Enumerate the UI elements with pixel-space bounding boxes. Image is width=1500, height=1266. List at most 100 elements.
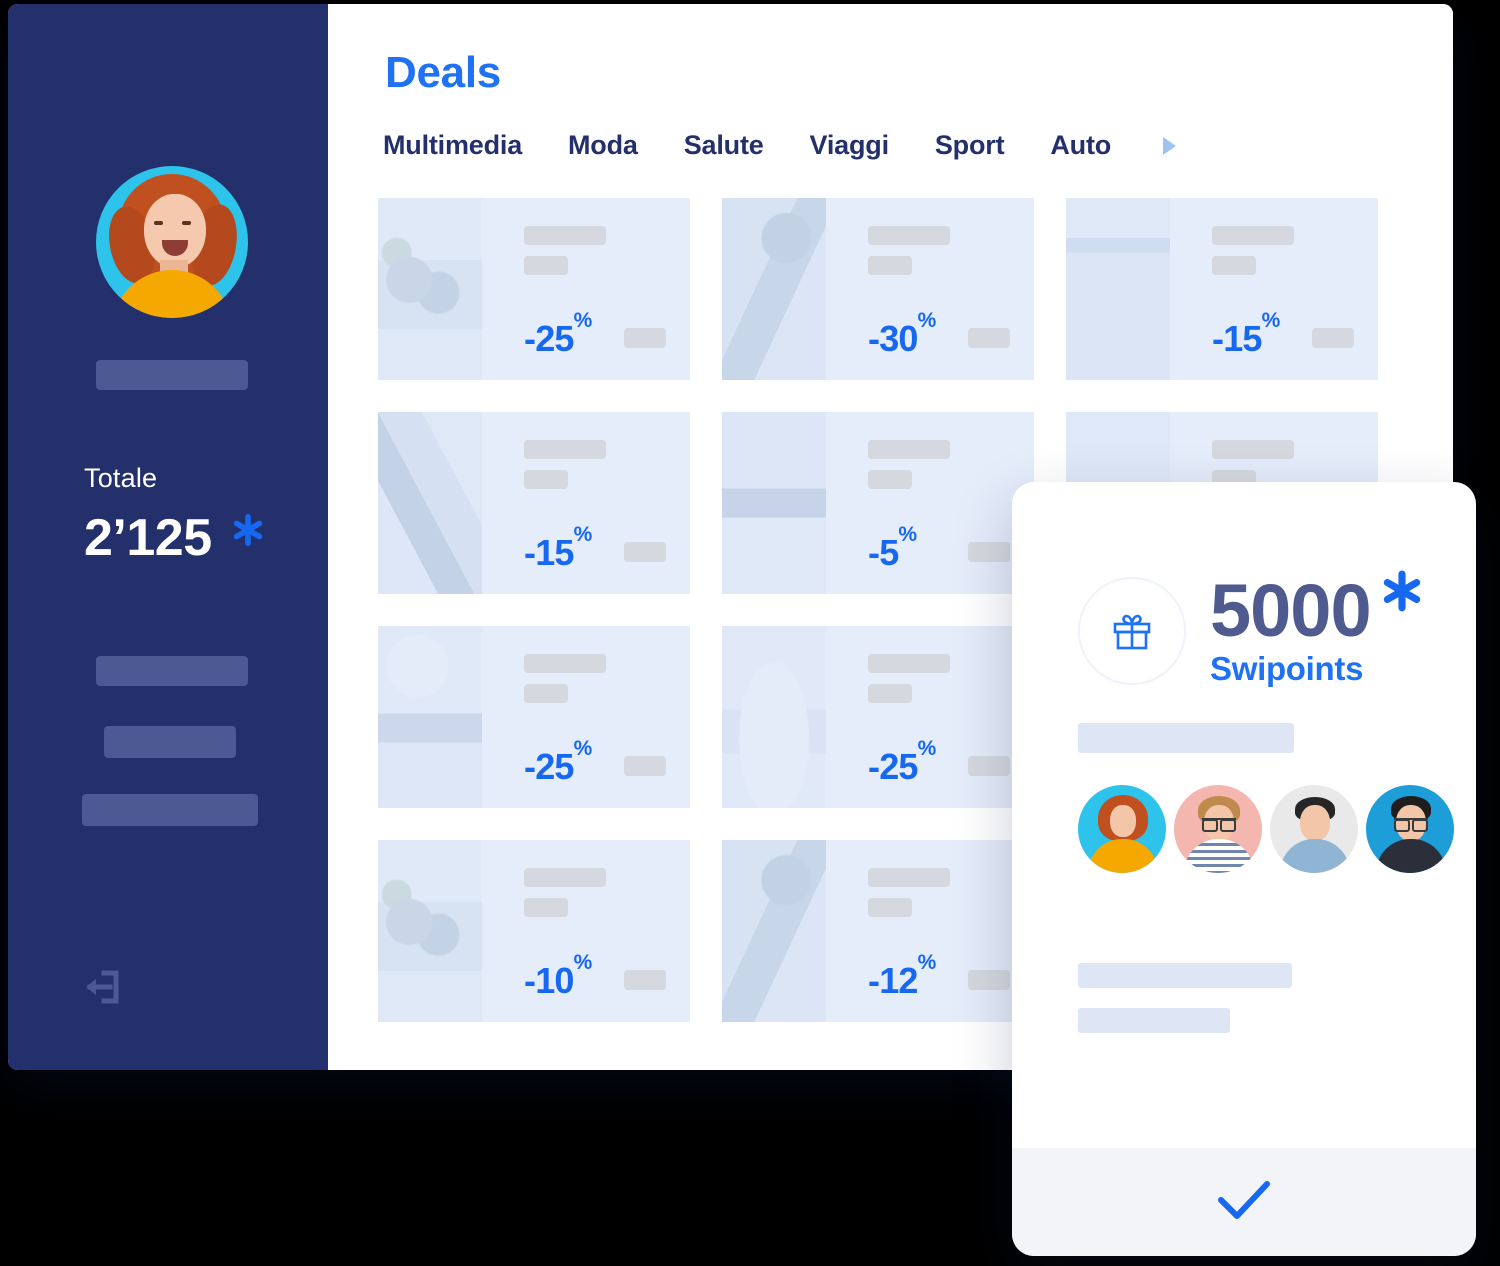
gift-icon: [1078, 577, 1186, 685]
deal-discount-value: -12: [868, 960, 918, 1001]
avatar-face: [1110, 805, 1136, 837]
deal-subtitle-placeholder: [868, 470, 912, 489]
deal-title-placeholder: [524, 226, 606, 245]
deal-body: -15%: [1170, 198, 1378, 380]
sidebar-nav-placeholder-1[interactable]: [96, 656, 248, 686]
deal-discount: -25%: [524, 309, 592, 359]
totale-value-row: 2’125: [84, 510, 266, 566]
deal-action-placeholder[interactable]: [968, 328, 1010, 348]
tab-salute[interactable]: Salute: [684, 130, 764, 161]
deal-image: [722, 198, 826, 380]
deal-discount-unit: %: [917, 951, 937, 975]
deal-discount-value: -25: [868, 746, 918, 787]
chevron-right-icon[interactable]: [1163, 136, 1177, 155]
deal-discount: -5%: [868, 523, 917, 572]
deal-body: -25%: [482, 626, 690, 808]
deal-action-placeholder[interactable]: [1312, 328, 1354, 348]
sidebar-nav-placeholder-3[interactable]: [82, 794, 258, 826]
deal-discount-unit: %: [898, 523, 918, 547]
deal-card[interactable]: -25%: [378, 626, 690, 808]
modal-points-row: 5000: [1210, 569, 1425, 652]
avatar-woman-red-hair[interactable]: [1078, 785, 1166, 873]
avatar-face: [144, 194, 206, 268]
deal-body: -5%: [826, 412, 1034, 594]
avatar[interactable]: [96, 166, 248, 318]
category-tabs: Multimedia Moda Salute Viaggi Sport Auto: [383, 130, 1177, 161]
deal-title-placeholder: [868, 226, 950, 245]
deal-action-placeholder[interactable]: [624, 328, 666, 348]
avatar-body: [1280, 839, 1350, 873]
deal-subtitle-placeholder: [524, 684, 568, 703]
deal-title-placeholder: [524, 654, 606, 673]
modal-footer: [1012, 1148, 1476, 1256]
deal-body: -30%: [826, 198, 1034, 380]
modal-placeholder-1: [1078, 723, 1294, 753]
tab-multimedia[interactable]: Multimedia: [383, 130, 522, 161]
deal-subtitle-placeholder: [524, 256, 568, 275]
deal-body: -10%: [482, 840, 690, 1022]
deal-card[interactable]: -12%: [722, 840, 1034, 1022]
deal-card[interactable]: -25%: [378, 198, 690, 380]
deal-discount-value: -15: [524, 532, 574, 573]
deal-action-placeholder[interactable]: [624, 756, 666, 776]
deal-discount: -25%: [524, 737, 592, 786]
modal-points-block: 5000 Swipoints: [1210, 569, 1425, 688]
deal-title-placeholder: [524, 868, 606, 887]
tab-moda[interactable]: Moda: [568, 130, 638, 161]
tab-auto[interactable]: Auto: [1050, 130, 1111, 161]
deal-discount: -30%: [868, 309, 936, 359]
check-icon[interactable]: [1213, 1174, 1275, 1231]
avatar-man-curly[interactable]: [1174, 785, 1262, 873]
deal-subtitle-placeholder: [868, 898, 912, 917]
glasses-icon: [1394, 818, 1428, 832]
deal-card[interactable]: -25%: [722, 626, 1034, 808]
deal-title-placeholder: [868, 868, 950, 887]
deal-card[interactable]: -15%: [378, 412, 690, 594]
modal-avatars: [1078, 785, 1462, 873]
deal-title-placeholder: [868, 654, 950, 673]
page-title: Deals: [385, 48, 501, 97]
deal-action-placeholder[interactable]: [968, 542, 1010, 562]
tab-sport[interactable]: Sport: [935, 130, 1005, 161]
deal-card[interactable]: -10%: [378, 840, 690, 1022]
tab-viaggi[interactable]: Viaggi: [810, 130, 890, 161]
deal-action-placeholder[interactable]: [968, 756, 1010, 776]
deal-image: [722, 412, 826, 594]
deal-image: [378, 626, 482, 808]
deal-discount-unit: %: [573, 737, 593, 761]
deal-action-placeholder[interactable]: [968, 970, 1010, 990]
modal-placeholder-2: [1078, 963, 1292, 988]
deal-image: [378, 412, 482, 594]
deal-body: -15%: [482, 412, 690, 594]
avatar-eye-left: [154, 221, 163, 225]
modal-hero: 5000 Swipoints: [1078, 569, 1425, 688]
deal-discount: -10%: [524, 951, 592, 1000]
deal-discount-unit: %: [573, 523, 593, 547]
deal-body: -25%: [826, 626, 1034, 808]
deal-card[interactable]: -15%: [1066, 198, 1378, 380]
avatar-man-glasses[interactable]: [1366, 785, 1454, 873]
deal-title-placeholder: [868, 440, 950, 459]
deal-discount-value: -30: [868, 318, 918, 359]
logout-icon[interactable]: [82, 967, 122, 1012]
deal-discount-unit: %: [917, 737, 937, 761]
deal-subtitle-placeholder: [524, 470, 568, 489]
deal-action-placeholder[interactable]: [624, 542, 666, 562]
glasses-icon: [1202, 818, 1236, 832]
sidebar-name-placeholder: [96, 360, 248, 390]
deal-title-placeholder: [1212, 226, 1294, 245]
deal-action-placeholder[interactable]: [624, 970, 666, 990]
deal-discount-value: -25: [524, 318, 574, 359]
avatar-body: [1184, 839, 1254, 873]
sidebar-nav-placeholder-2[interactable]: [104, 726, 236, 758]
deal-discount-unit: %: [573, 309, 593, 333]
modal-points-value: 5000: [1210, 569, 1372, 652]
deal-card[interactable]: -30%: [722, 198, 1034, 380]
deal-card[interactable]: -5%: [722, 412, 1034, 594]
deal-subtitle-placeholder: [868, 684, 912, 703]
asterisk-icon: [230, 512, 266, 548]
avatar-man-denim[interactable]: [1270, 785, 1358, 873]
avatar-eye-right: [182, 221, 191, 225]
modal-subtitle: Swipoints: [1210, 650, 1364, 687]
deal-image: [378, 198, 482, 380]
